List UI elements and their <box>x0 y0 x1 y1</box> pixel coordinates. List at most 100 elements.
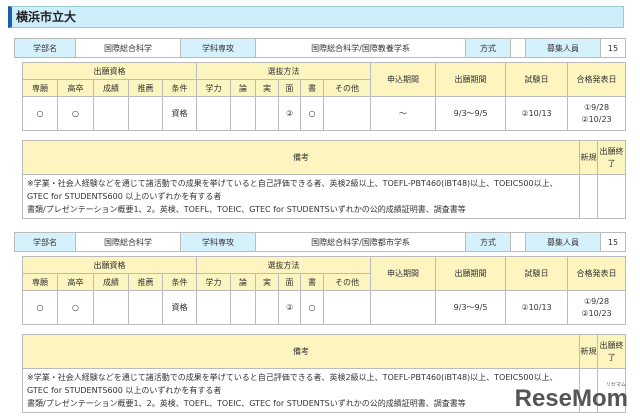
info-row: 学部名 国際総合科学 学科専攻 国際総合科学/国際都市学系 方式 募集人員 15 <box>14 232 626 252</box>
remarks-header: 備考 <box>22 334 580 369</box>
subheader: 専願 <box>22 273 58 291</box>
remarks-note-1: ※学業・社会人経験などを通じて諸活動での成果を挙げていると自己評価できる者、英検… <box>27 373 558 395</box>
department-label: 学科専攻 <box>180 232 256 252</box>
remarks-note-2: 書類/プレゼンテーション概要1、2。英検、TOEFL、TOEIC、GTEC fo… <box>27 399 466 408</box>
subheader: 面 <box>278 79 302 97</box>
subheader: その他 <box>323 273 372 291</box>
closed-header: 出願終了 <box>597 334 626 369</box>
capacity-value: 15 <box>600 38 626 58</box>
closed-header: 出願終了 <box>597 140 626 175</box>
faculty-label: 学部名 <box>14 232 76 252</box>
method-value <box>510 38 526 58</box>
data-cell: ○ <box>22 290 58 325</box>
department-value: 国際総合科学/国際都市学系 <box>255 232 466 252</box>
method-value <box>510 232 526 252</box>
method-label: 方式 <box>465 38 511 58</box>
subheader: その他 <box>323 79 372 97</box>
university-title: 横浜市立大 <box>8 6 624 28</box>
subheader: 書 <box>300 273 325 291</box>
resemom-logo: ReseMom リセマム <box>514 382 628 412</box>
info-row: 学部名 国際総合科学 学科専攻 国際総合科学/国際教養学系 方式 募集人員 15 <box>14 38 626 58</box>
data-cell <box>196 96 232 131</box>
data-cell <box>323 290 372 325</box>
apply-period-header: 申込期間 <box>370 256 437 291</box>
remarks-header: 備考 <box>22 140 580 175</box>
new-header: 新規 <box>579 140 598 175</box>
subheader: 推薦 <box>128 79 163 97</box>
subheader: 推薦 <box>128 273 163 291</box>
selection-header: 選抜方法 <box>196 62 372 80</box>
data-cell: ○ <box>300 96 325 131</box>
app-period-header: 出願期間 <box>435 256 507 291</box>
exam-date-header: 試験日 <box>505 62 569 97</box>
data-cell <box>230 96 257 131</box>
remarks-note-1: ※学業・社会人経験などを通じて諸活動での成果を挙げていると自己評価できる者、英検… <box>27 179 558 201</box>
capacity-label: 募集人員 <box>525 38 601 58</box>
data-cell: 9/3～9/5 <box>435 290 507 325</box>
data-cell <box>370 290 437 325</box>
data-cell: ○ <box>57 96 94 131</box>
data-cell <box>255 290 280 325</box>
new-cell <box>579 174 598 219</box>
capacity-value: 15 <box>600 232 626 252</box>
data-cell: ○ <box>300 290 325 325</box>
subheader: 面 <box>278 273 302 291</box>
result-date-header: 合格発表日 <box>567 256 627 291</box>
subheader: 条件 <box>161 273 198 291</box>
faculty-value: 国際総合科学 <box>75 232 181 252</box>
data-cell: ②10/13 <box>505 290 569 325</box>
faculty-value: 国際総合科学 <box>75 38 181 58</box>
selection-header: 選抜方法 <box>196 256 372 274</box>
subheader: 成績 <box>93 273 129 291</box>
result-date-1: ①9/28 <box>583 296 610 306</box>
subheader: 学力 <box>196 79 232 97</box>
data-cell <box>230 290 257 325</box>
remarks-table: 備考 新規 出願終了 ※学業・社会人経験などを通じて諸活動での成果を挙げていると自己… <box>22 140 626 219</box>
result-date-1: ①9/28 <box>583 102 610 112</box>
subheader: 高卒 <box>57 273 94 291</box>
app-period-header: 出願期間 <box>435 62 507 97</box>
data-cell: ○ <box>22 96 58 131</box>
capacity-label: 募集人員 <box>525 232 601 252</box>
data-cell <box>255 96 280 131</box>
department-label: 学科専攻 <box>180 38 256 58</box>
data-cell <box>93 290 129 325</box>
apply-period-header: 申込期間 <box>370 62 437 97</box>
data-cell: 資格 <box>161 290 198 325</box>
result-date-cell: ①9/28 ②10/23 <box>567 96 627 131</box>
exam-date-header: 試験日 <box>505 256 569 291</box>
data-cell: ②10/13 <box>505 96 569 131</box>
schedule-table: 出願資格 選抜方法 申込期間 出願期間 試験日 合格発表日 専願 高卒 成績 推薦 条件 学力論… <box>21 62 627 131</box>
subheader: 実 <box>255 79 280 97</box>
subheader: 成績 <box>93 79 129 97</box>
data-cell: ○ <box>57 290 94 325</box>
data-cell: 9/3～9/5 <box>435 96 507 131</box>
faculty-label: 学部名 <box>14 38 76 58</box>
subheader: 条件 <box>161 79 198 97</box>
data-cell <box>323 96 372 131</box>
department-value: 国際総合科学/国際教養学系 <box>255 38 466 58</box>
result-date-cell: ①9/28 ②10/23 <box>567 290 627 325</box>
data-cell <box>93 96 129 131</box>
data-cell: ～ <box>370 96 437 131</box>
data-cell: 資格 <box>161 96 198 131</box>
result-date-2: ②10/23 <box>581 308 612 318</box>
result-date-header: 合格発表日 <box>567 62 627 97</box>
qual-header: 出願資格 <box>21 256 198 274</box>
subheader: 書 <box>300 79 325 97</box>
data-cell: ② <box>278 96 302 131</box>
subheader: 論 <box>230 79 257 97</box>
data-cell <box>196 290 232 325</box>
schedule-table: 出願資格 選抜方法 申込期間 出願期間 試験日 合格発表日 専願 高卒 成績 推薦 条件 学力論… <box>21 256 627 325</box>
data-cell <box>128 96 163 131</box>
closed-cell <box>597 174 626 219</box>
remarks-cell: ※学業・社会人経験などを通じて諸活動での成果を挙げていると自己評価できる者、英検… <box>22 368 580 413</box>
method-label: 方式 <box>465 232 511 252</box>
subheader: 専願 <box>22 79 58 97</box>
remarks-cell: ※学業・社会人経験などを通じて諸活動での成果を挙げていると自己評価できる者、英検… <box>22 174 580 219</box>
data-cell: ② <box>278 290 302 325</box>
subheader: 論 <box>230 273 257 291</box>
subheader: 学力 <box>196 273 232 291</box>
data-cell <box>128 290 163 325</box>
remarks-note-2: 書類/プレゼンテーション概要1、2。英検、TOEFL、TOEIC、GTEC fo… <box>27 205 466 214</box>
